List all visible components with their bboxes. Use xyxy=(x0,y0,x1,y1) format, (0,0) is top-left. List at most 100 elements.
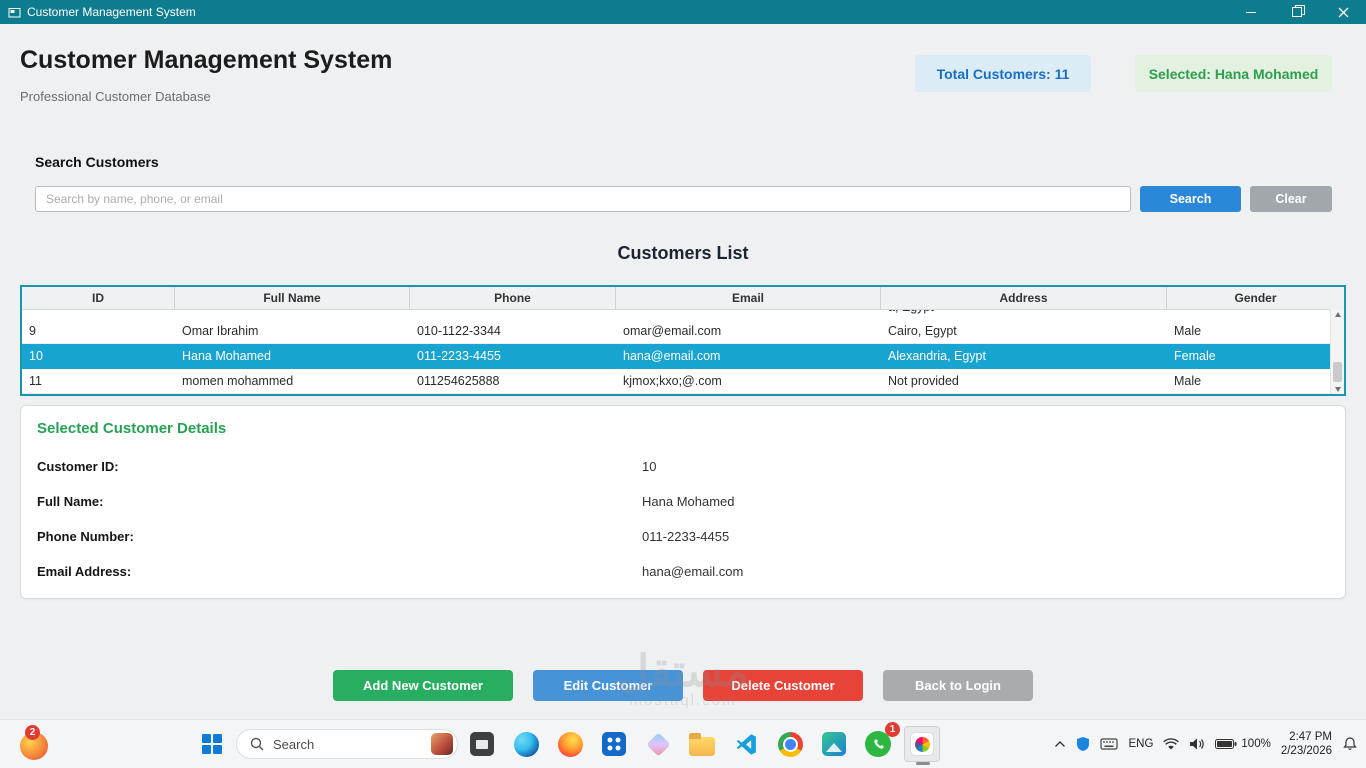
folder-glyph xyxy=(689,733,715,756)
minimize-icon xyxy=(1246,11,1256,13)
close-button[interactable] xyxy=(1320,0,1366,24)
detail-label: Phone Number: xyxy=(37,529,134,544)
tray-time: 2:47 PM xyxy=(1289,731,1332,743)
delete-customer-button[interactable]: Delete Customer xyxy=(703,670,863,701)
taskbar-search-label: Search xyxy=(273,736,315,752)
start-button-icon[interactable] xyxy=(202,734,222,754)
vscode-icon[interactable] xyxy=(728,726,764,762)
detail-label: Full Name: xyxy=(37,494,104,509)
gallery-app-icon[interactable] xyxy=(816,726,852,762)
chrome-browser-icon[interactable] xyxy=(772,726,808,762)
scrollbar-thumb[interactable] xyxy=(1333,362,1342,382)
clear-button[interactable]: Clear xyxy=(1250,186,1332,212)
whatsapp-icon[interactable]: 1 xyxy=(860,722,900,762)
total-customers-badge: Total Customers: 11 xyxy=(915,55,1091,92)
cell-gender: Male xyxy=(1174,374,1202,388)
chevron-up-icon[interactable] xyxy=(1054,740,1066,748)
cell-email: omar@email.com xyxy=(623,324,722,338)
restore-icon xyxy=(1292,5,1305,17)
customers-list-title: Customers List xyxy=(617,243,749,263)
cell-id: 10 xyxy=(29,349,43,363)
gallery-glyph xyxy=(822,732,846,756)
scrollbar-up-arrow[interactable] xyxy=(1331,309,1344,319)
search-section-title: Search Customers xyxy=(35,154,159,170)
capture-glyph xyxy=(470,732,494,756)
wifi-icon[interactable] xyxy=(1163,737,1180,751)
search-icon xyxy=(250,737,264,751)
firefox-browser-icon[interactable] xyxy=(552,726,588,762)
whatsapp-badge: 1 xyxy=(885,722,900,737)
detail-value: 10 xyxy=(642,459,657,474)
table-scrollbar[interactable] xyxy=(1330,309,1344,394)
customers-table: ID Full Name Phone Email Address Gender … xyxy=(20,285,1346,396)
window-titlebar: Customer Management System xyxy=(0,0,1366,24)
search-input[interactable] xyxy=(35,186,1131,212)
notification-app-icon[interactable]: 2 xyxy=(20,725,48,760)
file-explorer-icon[interactable] xyxy=(684,726,720,762)
touch-keyboard-icon[interactable] xyxy=(1100,737,1119,751)
battery-percent: 100% xyxy=(1241,738,1271,750)
cell-id: 11 xyxy=(29,374,42,388)
cell-id: 9 xyxy=(29,324,36,338)
photos-glyph xyxy=(910,732,934,756)
language-indicator[interactable]: ENG xyxy=(1128,738,1153,750)
cell-full-name: Hana Mohamed xyxy=(182,349,271,363)
tray-date: 2/23/2026 xyxy=(1280,745,1332,757)
add-new-customer-button[interactable]: Add New Customer xyxy=(333,670,513,701)
cell-email: hana@email.com xyxy=(623,349,721,363)
detail-value: hana@email.com xyxy=(642,564,744,579)
detail-label: Customer ID: xyxy=(37,459,119,474)
window-title: Customer Management System xyxy=(27,5,196,19)
restore-button[interactable] xyxy=(1274,0,1320,24)
edit-customer-button[interactable]: Edit Customer xyxy=(533,670,683,701)
detail-row: Customer ID: 10 xyxy=(37,449,1329,484)
cell-full-name: Omar Ibrahim xyxy=(182,324,259,338)
battery-icon xyxy=(1215,739,1237,749)
notification-bell-icon[interactable] xyxy=(1342,736,1358,752)
search-highlight-thumbnail xyxy=(431,733,453,755)
table-header-row: ID Full Name Phone Email Address Gender xyxy=(22,287,1344,310)
edge-browser-icon[interactable] xyxy=(508,726,544,762)
taskbar: 2 Search 1 ENG 100% 2:47 PM 2/23/2026 xyxy=(0,719,1366,768)
minimize-button[interactable] xyxy=(1228,0,1274,24)
column-header-full-name: Full Name xyxy=(175,287,410,309)
table-row[interactable]: 11 momen mohammed 011254625888 kjmox;kxo… xyxy=(22,369,1344,394)
edge-glyph xyxy=(513,731,539,757)
diamond-glyph xyxy=(645,731,671,757)
cell-email: kjmox;kxo;@.com xyxy=(623,374,722,388)
selected-customer-badge: Selected: Hana Mohamed xyxy=(1135,55,1332,92)
taskbar-search-box[interactable]: Search xyxy=(236,729,458,759)
close-icon xyxy=(1338,7,1348,17)
grid-glyph xyxy=(602,732,626,756)
selected-customer-details-card: Selected Customer Details Customer ID: 1… xyxy=(20,405,1346,599)
volume-icon[interactable] xyxy=(1189,737,1205,751)
cell-address: Not provided xyxy=(888,374,959,388)
cell-address: Alexandria, Egypt xyxy=(888,349,986,363)
search-button[interactable]: Search xyxy=(1140,186,1241,212)
app-grid-icon[interactable] xyxy=(596,726,632,762)
detail-value: 011-2233-4455 xyxy=(642,529,730,544)
details-title: Selected Customer Details xyxy=(37,420,227,437)
page-title: Customer Management System xyxy=(20,46,393,74)
window-controls xyxy=(1228,0,1366,24)
table-row-partial[interactable]: a, Egypt xyxy=(22,310,1344,319)
column-header-id: ID xyxy=(22,287,175,309)
battery-indicator[interactable]: 100% xyxy=(1215,738,1271,750)
table-row[interactable]: 9 Omar Ibrahim 010-1122-3344 omar@email.… xyxy=(22,319,1344,344)
firefox-glyph xyxy=(557,731,583,757)
column-header-address: Address xyxy=(881,287,1167,309)
cell-gender: Male xyxy=(1174,324,1202,338)
photos-app-icon[interactable] xyxy=(904,726,940,765)
clock[interactable]: 2:47 PM 2/23/2026 xyxy=(1281,730,1332,758)
screen-capture-icon[interactable] xyxy=(464,726,500,762)
detail-label: Email Address: xyxy=(37,564,132,579)
table-row-selected[interactable]: 10 Hana Mohamed 011-2233-4455 hana@email… xyxy=(22,344,1344,369)
triangle-up-icon xyxy=(1334,311,1341,317)
scrollbar-down-arrow[interactable] xyxy=(1331,384,1344,394)
cell-address: Cairo, Egypt xyxy=(888,324,957,338)
back-to-login-button[interactable]: Back to Login xyxy=(883,670,1033,701)
security-shield-icon[interactable] xyxy=(1076,736,1090,752)
diamond-app-icon[interactable] xyxy=(640,726,676,762)
detail-row: Phone Number: 011-2233-4455 xyxy=(37,519,1329,554)
chrome-glyph xyxy=(777,731,803,757)
